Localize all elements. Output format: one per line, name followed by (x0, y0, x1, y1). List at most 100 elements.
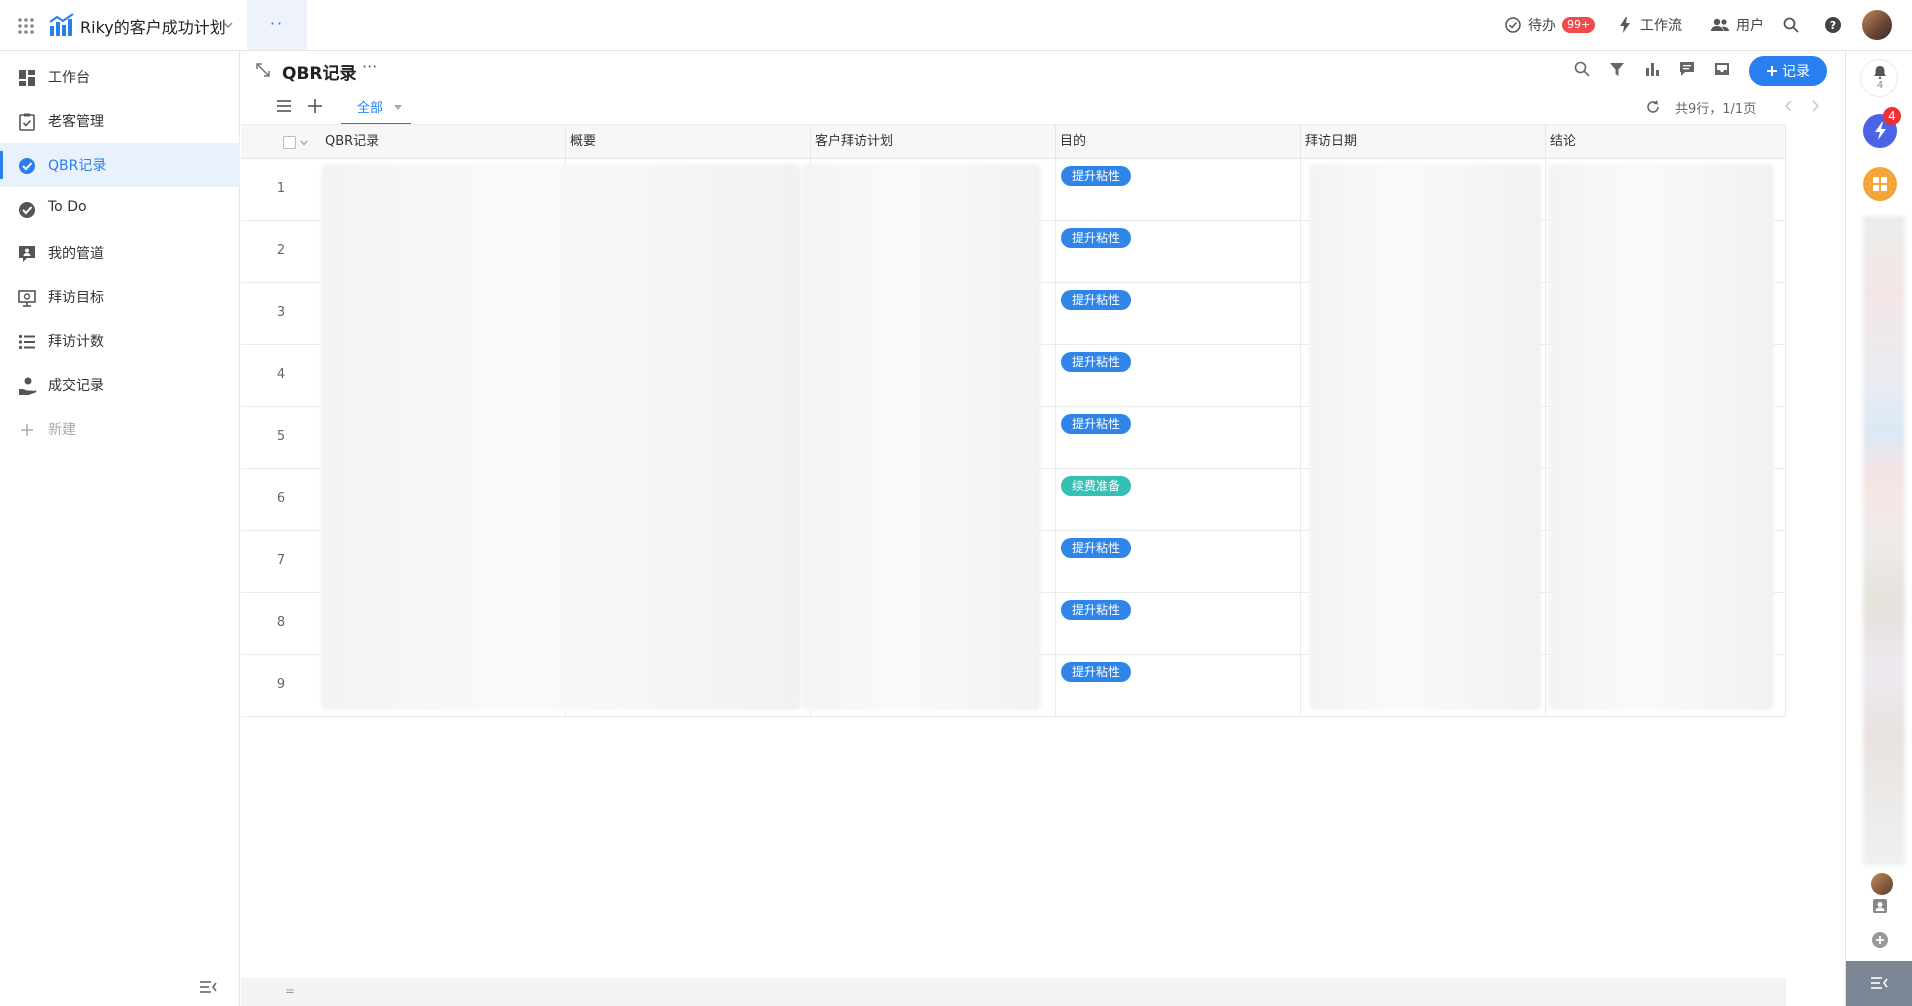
table-cell[interactable]: 提升粘性 (1056, 593, 1301, 655)
refresh-icon[interactable] (1645, 99, 1661, 115)
lightning-icon (1616, 16, 1634, 34)
purpose-tag: 提升粘性 (1061, 290, 1132, 310)
redacted-content (1549, 164, 1774, 710)
presentation-icon (17, 288, 37, 308)
sidebar-item-label: 拜访目标 (48, 290, 104, 306)
menu-icon[interactable] (275, 97, 293, 115)
apps-button[interactable] (1863, 167, 1897, 201)
inbox-icon[interactable] (1713, 60, 1731, 78)
row-number: 3 (276, 305, 286, 320)
column-header-visit-date[interactable]: 拜访日期 (1301, 125, 1546, 160)
right-rail: 4 4 (1845, 51, 1912, 1006)
collapse-sidebar-icon[interactable] (198, 977, 218, 997)
notifications-button[interactable]: 4 (1860, 59, 1898, 97)
column-header-qbr[interactable]: QBR记录 (321, 125, 566, 160)
top-bar: Riky的客户成功计划 ·· 待办 99+ 工作流 用户 ? (0, 0, 1912, 51)
select-all-checkbox[interactable] (283, 136, 296, 149)
search-icon[interactable] (1782, 0, 1800, 50)
row-number: 4 (276, 367, 286, 382)
table-cell[interactable]: 提升粘性 (1056, 345, 1301, 407)
main-content: QBR记录 ··· 记录 全部 共9行，1/1页 QBR记录 概要 客户拜访计划… (241, 51, 1845, 1006)
sidebar-new-button[interactable]: 新建 (0, 407, 240, 451)
page-title: QBR记录 (282, 64, 357, 84)
filter-icon[interactable] (1608, 60, 1626, 78)
workflow-button[interactable]: 工作流 (1616, 0, 1682, 50)
sidebar-item-label: 工作台 (48, 70, 90, 86)
grid-icon (1872, 176, 1888, 192)
expand-icon[interactable] (254, 61, 272, 79)
tab-all[interactable]: 全部 (341, 89, 411, 125)
users-button[interactable]: 用户 (1710, 0, 1764, 50)
add-view-icon[interactable] (306, 97, 324, 115)
sidebar-item-visit-count[interactable]: 拜访计数 (0, 319, 240, 363)
table-cell[interactable]: 提升粘性 (1056, 407, 1301, 469)
column-header-summary[interactable]: 概要 (566, 125, 811, 160)
add-record-button[interactable]: 记录 (1749, 56, 1827, 86)
purpose-tag: 续费准备 (1061, 476, 1132, 496)
users-icon (1710, 16, 1730, 34)
sidebar-item-pipeline[interactable]: 我的管道 (0, 231, 240, 275)
purpose-tag: 提升粘性 (1061, 228, 1132, 248)
table-cell[interactable]: 提升粘性 (1056, 159, 1301, 221)
redacted-app-list (1863, 216, 1905, 866)
notification-count: 4 (1876, 80, 1884, 91)
caret-down-icon[interactable] (393, 104, 403, 112)
purpose-tag: 提升粘性 (1061, 166, 1132, 186)
app-switcher-more-button[interactable]: ·· (247, 0, 307, 50)
table-cell[interactable]: 提升粘性 (1056, 531, 1301, 593)
column-header-visit-plan[interactable]: 客户拜访计划 (811, 125, 1056, 160)
chevron-right-icon[interactable] (1807, 97, 1823, 115)
row-number: 6 (276, 491, 286, 506)
workflow-label: 工作流 (1640, 18, 1682, 34)
check-circle-icon (1504, 16, 1522, 34)
todo-label: 待办 (1528, 18, 1556, 34)
more-options-button[interactable]: ··· (362, 57, 377, 76)
help-icon[interactable]: ? (1824, 0, 1842, 50)
member-avatar[interactable] (1871, 873, 1893, 895)
toolbar (1573, 60, 1731, 78)
sidebar-item-workbench[interactable]: 工作台 (0, 55, 240, 99)
contact-card-icon[interactable] (1871, 897, 1889, 915)
footer-summary-mark: = (285, 984, 296, 998)
pagination-info: 共9行，1/1页 (1675, 102, 1757, 117)
todo-button[interactable]: 待办 99+ (1504, 0, 1596, 50)
add-record-label: 记录 (1782, 64, 1810, 80)
row-number: 8 (276, 615, 286, 630)
sidebar-new-label: 新建 (48, 422, 76, 438)
comment-icon[interactable] (1678, 60, 1696, 78)
search-icon[interactable] (1573, 60, 1591, 78)
chevron-left-icon[interactable] (1781, 97, 1797, 115)
table-cell[interactable]: 提升粘性 (1056, 655, 1301, 717)
sidebar: 工作台 老客管理 QBR记录 To Do 我的管道 拜访目标 拜访计数 成交记录… (0, 51, 240, 1006)
column-header-purpose[interactable]: 目的 (1056, 125, 1301, 160)
table-footer: = (241, 978, 1786, 1006)
bar-chart-icon[interactable] (1643, 60, 1661, 78)
sidebar-item-label: 老客管理 (48, 114, 104, 130)
sidebar-item-customer-management[interactable]: 老客管理 (0, 99, 240, 143)
chevron-down-icon[interactable] (222, 19, 234, 31)
sidebar-item-qbr[interactable]: QBR记录 (0, 143, 240, 187)
svg-text:?: ? (1830, 19, 1836, 32)
sidebar-item-todo[interactable]: To Do (0, 187, 240, 231)
table-cell[interactable]: 续费准备 (1056, 469, 1301, 531)
dashboard-icon (17, 68, 37, 88)
caret-down-icon[interactable] (300, 140, 308, 146)
app-title[interactable]: Riky的客户成功计划 (80, 14, 226, 38)
sidebar-item-visit-goals[interactable]: 拜访目标 (0, 275, 240, 319)
column-header-conclusion[interactable]: 结论 (1546, 125, 1786, 160)
apps-grid-icon[interactable] (14, 14, 38, 38)
chat-person-icon (17, 244, 37, 264)
purpose-tag: 提升粘性 (1061, 538, 1132, 558)
check-circle-icon (17, 156, 37, 176)
hand-coin-icon (17, 376, 37, 396)
purpose-tag: 提升粘性 (1061, 414, 1132, 434)
table-cell[interactable]: 提升粘性 (1056, 221, 1301, 283)
rail-collapse-button[interactable] (1846, 961, 1912, 1006)
sidebar-item-label: 我的管道 (48, 246, 104, 262)
add-circle-icon[interactable] (1871, 931, 1889, 949)
sidebar-item-deals[interactable]: 成交记录 (0, 363, 240, 407)
user-avatar[interactable] (1862, 10, 1892, 40)
collapse-rail-icon (1869, 973, 1889, 993)
table-cell[interactable]: 提升粘性 (1056, 283, 1301, 345)
sidebar-item-label: 拜访计数 (48, 334, 104, 350)
